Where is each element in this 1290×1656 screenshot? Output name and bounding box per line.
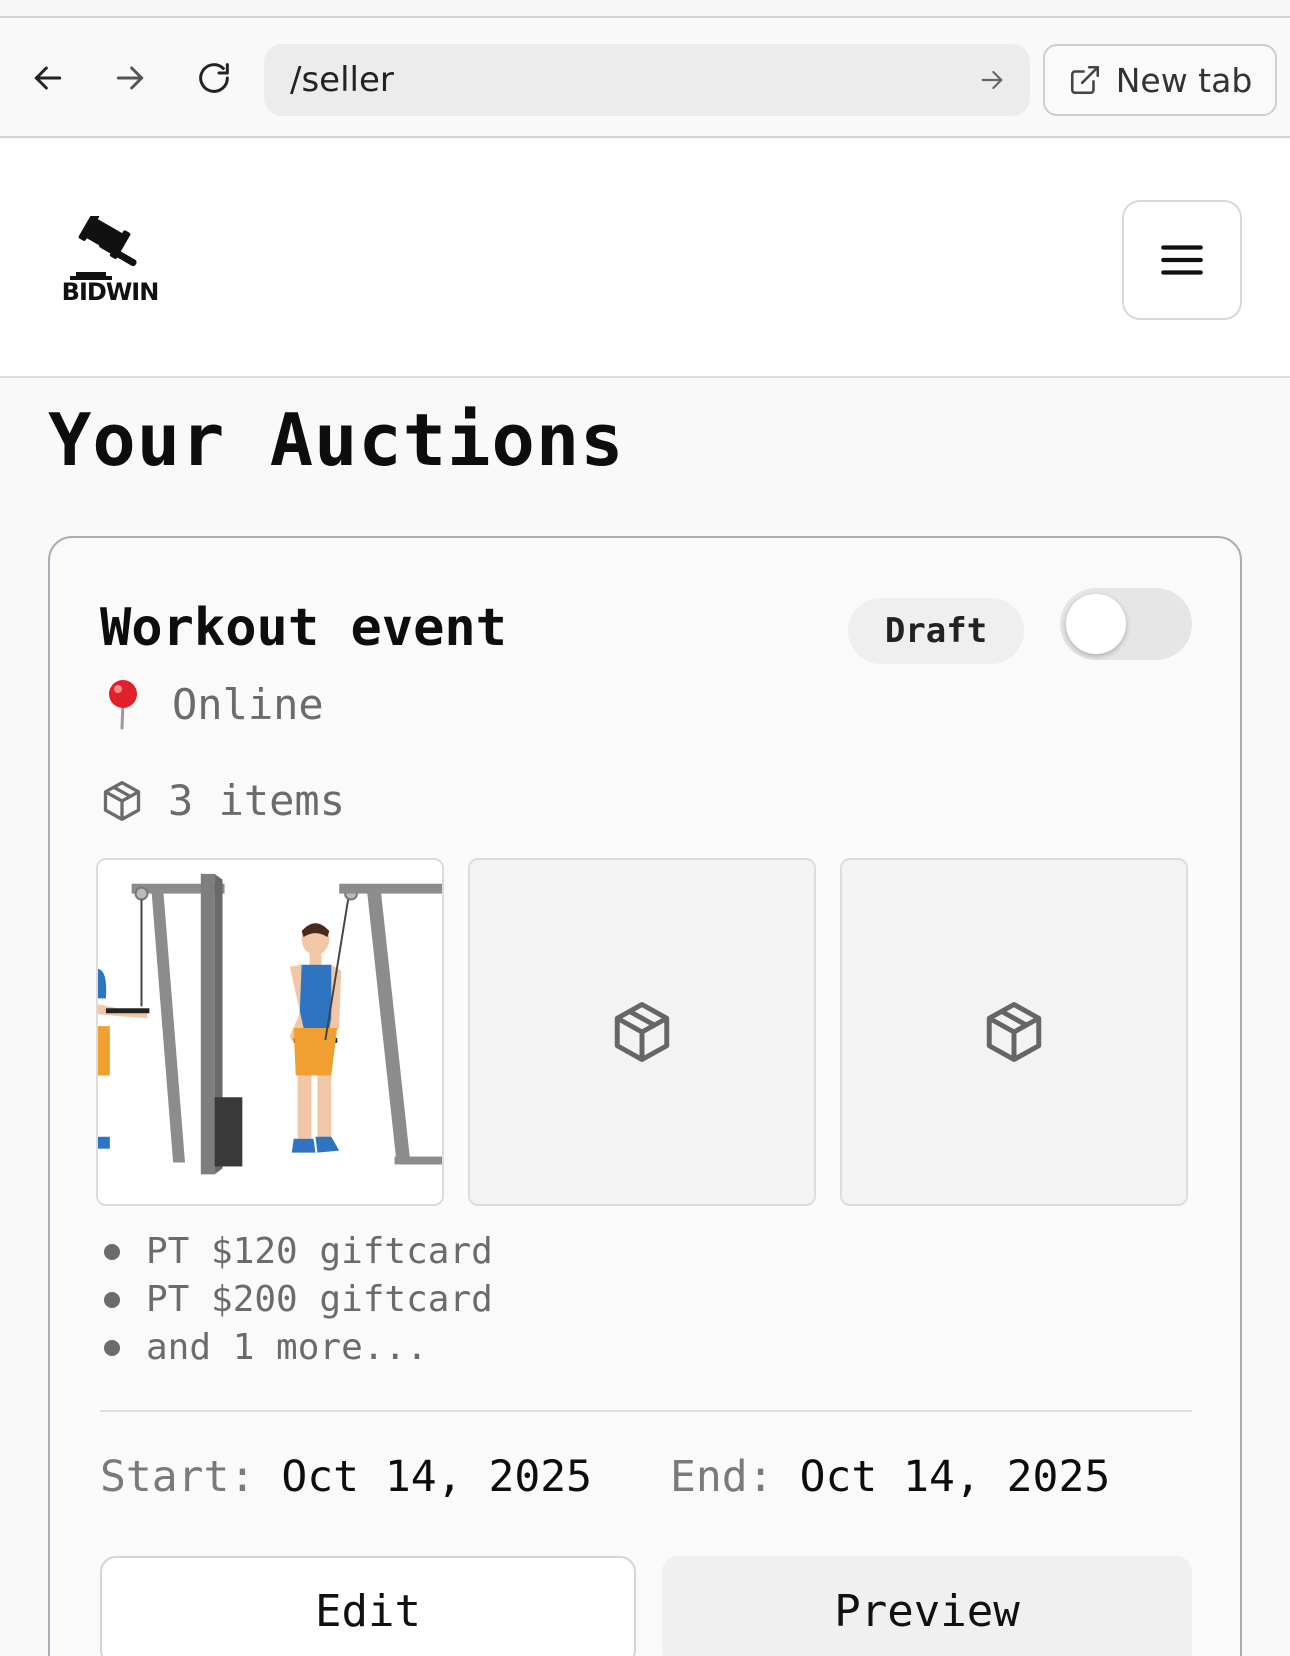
item-name: and 1 more... — [146, 1327, 428, 1368]
reload-icon — [199, 63, 229, 93]
bullet — [104, 1292, 120, 1308]
address-bar-url: /seller — [290, 60, 394, 100]
bullet — [104, 1340, 120, 1356]
end-label: End: — [670, 1452, 774, 1502]
external-link-icon — [1070, 65, 1099, 95]
item-thumbnail-photo[interactable] — [96, 858, 444, 1206]
end-date: Oct 14, 2025 — [799, 1452, 1111, 1502]
start-label: Start: — [100, 1452, 256, 1502]
forward-button[interactable] — [108, 56, 152, 100]
browser-toolbar: /seller New tab — [0, 18, 1290, 138]
browser-top-edge — [0, 0, 1290, 18]
address-bar[interactable]: /seller — [264, 44, 1030, 116]
arrow-right-icon — [116, 66, 144, 90]
page-title: Your Auctions — [48, 398, 625, 482]
auction-location: Online — [102, 678, 324, 730]
list-item: PT $120 giftcard — [100, 1228, 493, 1276]
divider — [100, 1410, 1192, 1412]
arrow-left-icon — [34, 66, 62, 90]
reload-button[interactable] — [192, 56, 236, 100]
item-name: PT $120 giftcard — [146, 1231, 493, 1272]
auction-dates: Start: Oct 14, 2025 End: Oct 14, 2025 — [100, 1452, 1110, 1502]
new-tab-button[interactable]: New tab — [1043, 44, 1277, 116]
auction-card[interactable]: Workout event Draft Online 3 items PT $1… — [48, 536, 1242, 1656]
end-group: End: Oct 14, 2025 — [670, 1452, 1110, 1502]
pushpin-icon — [109, 680, 137, 730]
item-count: 3 items — [100, 776, 345, 825]
preview-button[interactable]: Preview — [662, 1556, 1192, 1656]
item-list: PT $120 giftcard PT $200 giftcard and 1 … — [100, 1228, 493, 1372]
publish-toggle[interactable] — [1060, 588, 1192, 660]
auction-title: Workout event — [100, 598, 507, 658]
item-name: PT $200 giftcard — [146, 1279, 493, 1320]
gavel-icon — [70, 216, 137, 280]
item-thumbnail-placeholder[interactable] — [840, 858, 1188, 1206]
new-tab-label: New tab — [1115, 60, 1253, 100]
status-badge: Draft — [848, 598, 1024, 664]
bullet — [104, 1244, 120, 1260]
menu-button[interactable] — [1122, 200, 1242, 320]
package-icon — [986, 1002, 1042, 1062]
logo-text: BIDWIN — [61, 278, 160, 306]
start-date: Oct 14, 2025 — [281, 1452, 593, 1502]
list-item: PT $200 giftcard — [100, 1276, 493, 1324]
list-item: and 1 more... — [100, 1324, 493, 1372]
location-text: Online — [172, 679, 324, 729]
item-thumbnail-placeholder[interactable] — [468, 858, 816, 1206]
site-header: BIDWIN — [0, 140, 1290, 378]
item-count-text: 3 items — [168, 776, 346, 825]
go-arrow-icon[interactable] — [976, 64, 1008, 96]
package-icon — [614, 1002, 670, 1062]
cable-machine-image — [98, 860, 442, 1204]
package-icon — [103, 780, 141, 821]
edit-button[interactable]: Edit — [100, 1556, 636, 1656]
toggle-knob — [1066, 594, 1126, 654]
hamburger-menu-icon — [1161, 245, 1203, 275]
bidwin-logo[interactable]: BIDWIN — [60, 216, 160, 306]
back-button[interactable] — [26, 56, 70, 100]
